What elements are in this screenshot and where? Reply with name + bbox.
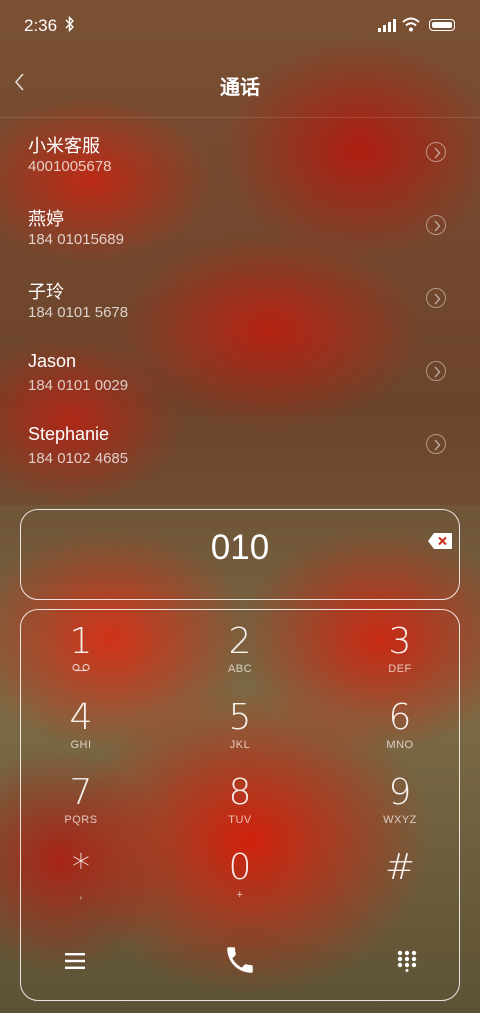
- wifi-icon: [402, 17, 420, 32]
- key-8[interactable]: 8 TUV: [190, 767, 290, 837]
- contact-item[interactable]: 子玲 184 0101 5678: [0, 264, 480, 337]
- contact-name: 子玲: [28, 282, 64, 302]
- contact-name: Jason: [28, 351, 77, 371]
- key-digit: 9: [388, 772, 412, 813]
- key-letters: +: [236, 889, 244, 901]
- chevron-right-icon[interactable]: [426, 215, 446, 235]
- key-5[interactable]: 5 JKL: [190, 692, 290, 762]
- contact-item[interactable]: Jason 184 0101 0029: [0, 337, 480, 410]
- backspace-icon[interactable]: [427, 532, 453, 550]
- dialed-number-field[interactable]: 010: [20, 509, 460, 600]
- key-hash[interactable]: #: [350, 842, 450, 912]
- contact-number: 184 0102 4685: [28, 450, 129, 467]
- contact-number: 184 0101 0029: [28, 377, 129, 394]
- key-letters: MNO: [386, 739, 414, 751]
- contact-item[interactable]: 燕婷 184 01015689: [0, 191, 480, 264]
- bluetooth-icon: [65, 15, 75, 36]
- key-1[interactable]: 1: [31, 616, 131, 686]
- chevron-right-icon[interactable]: [426, 142, 446, 162]
- contact-number: 4001005678: [28, 158, 112, 175]
- key-letters: TUV: [228, 814, 252, 826]
- menu-icon[interactable]: [65, 952, 85, 974]
- header: 通话: [0, 62, 480, 108]
- status-time: 2:36: [24, 16, 58, 35]
- battery-icon: [429, 19, 455, 31]
- signal-icon: [378, 19, 396, 32]
- key-digit: 2: [228, 621, 252, 662]
- phone-icon[interactable]: [223, 943, 257, 981]
- contact-name: Stephanie: [28, 424, 110, 444]
- contact-name: 小米客服: [28, 136, 100, 156]
- contact-item[interactable]: 小米客服 4001005678: [0, 118, 480, 191]
- dialed-number: 010: [210, 528, 270, 567]
- keypad: 1 2 ABC 3 DEF 4 GHI 5 JKL 6 MNO 7 PQRS 8…: [20, 609, 460, 1001]
- key-digit: 7: [69, 772, 93, 813]
- key-letters: ,: [79, 889, 83, 901]
- dialpad-icon[interactable]: [397, 950, 417, 976]
- contact-name: 燕婷: [28, 209, 64, 229]
- key-7[interactable]: 7 PQRS: [31, 767, 131, 837]
- key-9[interactable]: 9 WXYZ: [350, 767, 450, 837]
- key-0[interactable]: 0 +: [190, 842, 290, 912]
- key-digit: 1: [69, 621, 93, 662]
- chevron-right-icon[interactable]: [426, 434, 446, 454]
- key-letters: PQRS: [64, 814, 98, 826]
- key-letters: WXYZ: [383, 814, 417, 826]
- contact-number: 184 01015689: [28, 231, 124, 248]
- key-digit: #: [384, 847, 416, 888]
- key-digit: 5: [228, 697, 252, 738]
- key-digit: 6: [388, 697, 412, 738]
- status-bar: 2:36: [0, 0, 480, 52]
- chevron-right-icon[interactable]: [426, 288, 446, 308]
- contact-number: 184 0101 5678: [28, 304, 129, 321]
- key-digit: 4: [69, 697, 93, 738]
- key-letters: ABC: [227, 663, 253, 675]
- key-star[interactable]: * ,: [31, 842, 131, 912]
- chevron-right-icon[interactable]: [426, 361, 446, 381]
- key-digit: 8: [228, 772, 252, 813]
- key-digit: 0: [228, 847, 252, 888]
- key-letters: GHI: [70, 739, 92, 751]
- key-2[interactable]: 2 ABC: [190, 616, 290, 686]
- contact-list: 小米客服 4001005678 燕婷 184 01015689 子玲 184 0…: [0, 118, 480, 483]
- key-letters: DEF: [388, 663, 412, 675]
- key-digit: 3: [388, 621, 412, 662]
- key-3[interactable]: 3 DEF: [350, 616, 450, 686]
- voicemail-icon: [31, 663, 131, 675]
- page-title: 通话: [220, 75, 260, 99]
- key-4[interactable]: 4 GHI: [31, 692, 131, 762]
- key-letters: JKL: [229, 739, 251, 751]
- key-6[interactable]: 6 MNO: [350, 692, 450, 762]
- contact-item[interactable]: Stephanie 184 0102 4685: [0, 410, 480, 483]
- key-digit: *: [72, 847, 90, 888]
